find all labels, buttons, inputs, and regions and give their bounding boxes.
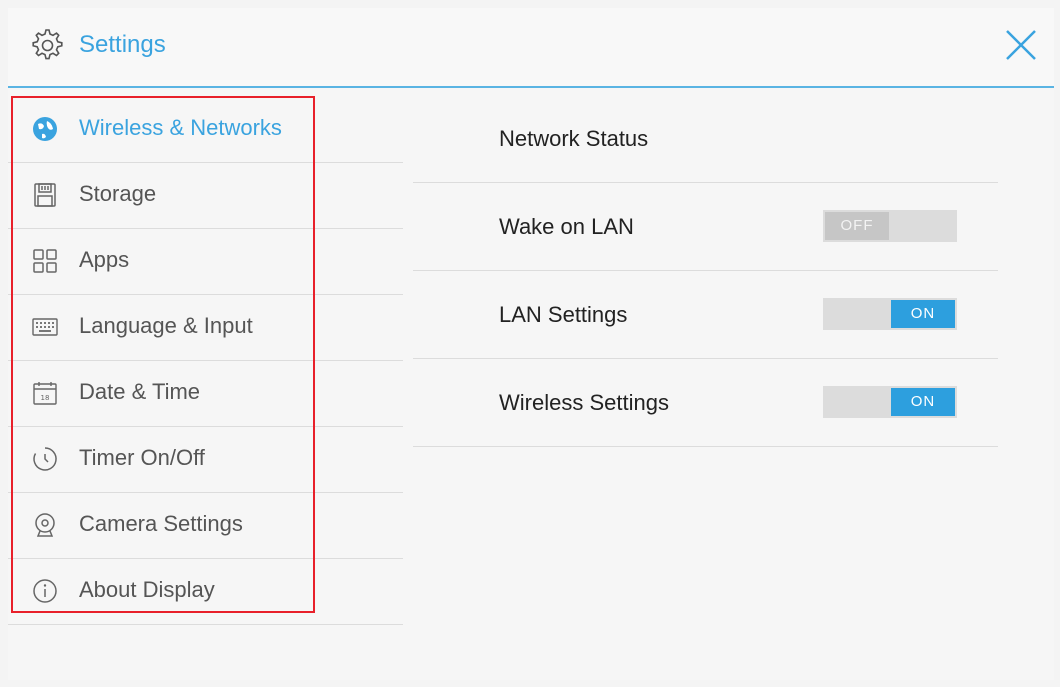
sidebar-item-label: Camera Settings — [79, 511, 243, 536]
keyboard-icon — [32, 318, 58, 336]
sidebar-item-camera-settings[interactable]: Camera Settings — [8, 492, 403, 559]
timer-icon — [33, 447, 57, 471]
sidebar-item-apps[interactable]: Apps — [8, 228, 403, 295]
sidebar-item-language-input[interactable]: Language & Input — [8, 294, 403, 361]
sidebar-item-timer[interactable]: Timer On/Off — [8, 426, 403, 493]
wake-on-lan-label: Wake on LAN — [499, 214, 634, 239]
sidebar-item-wireless-networks[interactable]: Wireless & Networks — [8, 96, 403, 163]
sidebar-item-label: Timer On/Off — [79, 445, 205, 470]
wireless-settings-toggle[interactable]: ON — [823, 386, 957, 418]
sidebar-item-label: Wireless & Networks — [79, 115, 282, 140]
sidebar-item-label: Storage — [79, 181, 157, 206]
toggle-state: ON — [891, 300, 955, 328]
wake-on-lan-row: Wake on LAN OFF — [413, 184, 998, 271]
apps-grid-icon — [33, 249, 57, 273]
sidebar-item-about-display[interactable]: About Display — [8, 558, 403, 625]
wake-on-lan-toggle[interactable]: OFF — [823, 210, 957, 242]
wireless-settings-row: Wireless Settings ON — [413, 360, 998, 447]
settings-header: Settings — [8, 8, 1054, 88]
gear-icon — [32, 29, 63, 60]
svg-text:18: 18 — [41, 394, 50, 402]
storage-icon — [34, 183, 56, 207]
sidebar-item-label: About Display — [79, 577, 215, 602]
lan-settings-label: LAN Settings — [499, 302, 628, 327]
sidebar-item-label: Apps — [79, 247, 130, 272]
sidebar-item-storage[interactable]: Storage — [8, 162, 403, 229]
camera-icon — [35, 513, 55, 537]
sidebar-item-label: Date & Time — [79, 379, 201, 404]
toggle-state: ON — [891, 388, 955, 416]
calendar-icon: 18 — [33, 382, 57, 405]
network-status-label: Network Status — [499, 126, 649, 151]
globe-icon — [33, 117, 57, 141]
lan-settings-row: LAN Settings ON — [413, 272, 998, 359]
settings-window: Settings Wireless & Networks Storage App… — [8, 8, 1054, 680]
close-icon[interactable] — [1004, 28, 1038, 62]
sidebar-item-label: Language & Input — [79, 313, 253, 338]
page-title: Settings — [79, 31, 166, 58]
lan-settings-toggle[interactable]: ON — [823, 298, 957, 330]
sidebar: Wireless & Networks Storage Apps Languag… — [8, 96, 403, 636]
sidebar-item-date-time[interactable]: 18 Date & Time — [8, 360, 403, 427]
info-icon — [33, 579, 57, 603]
toggle-state: OFF — [825, 212, 889, 240]
wireless-settings-label: Wireless Settings — [499, 390, 669, 415]
network-status-row[interactable]: Network Status — [413, 96, 998, 183]
